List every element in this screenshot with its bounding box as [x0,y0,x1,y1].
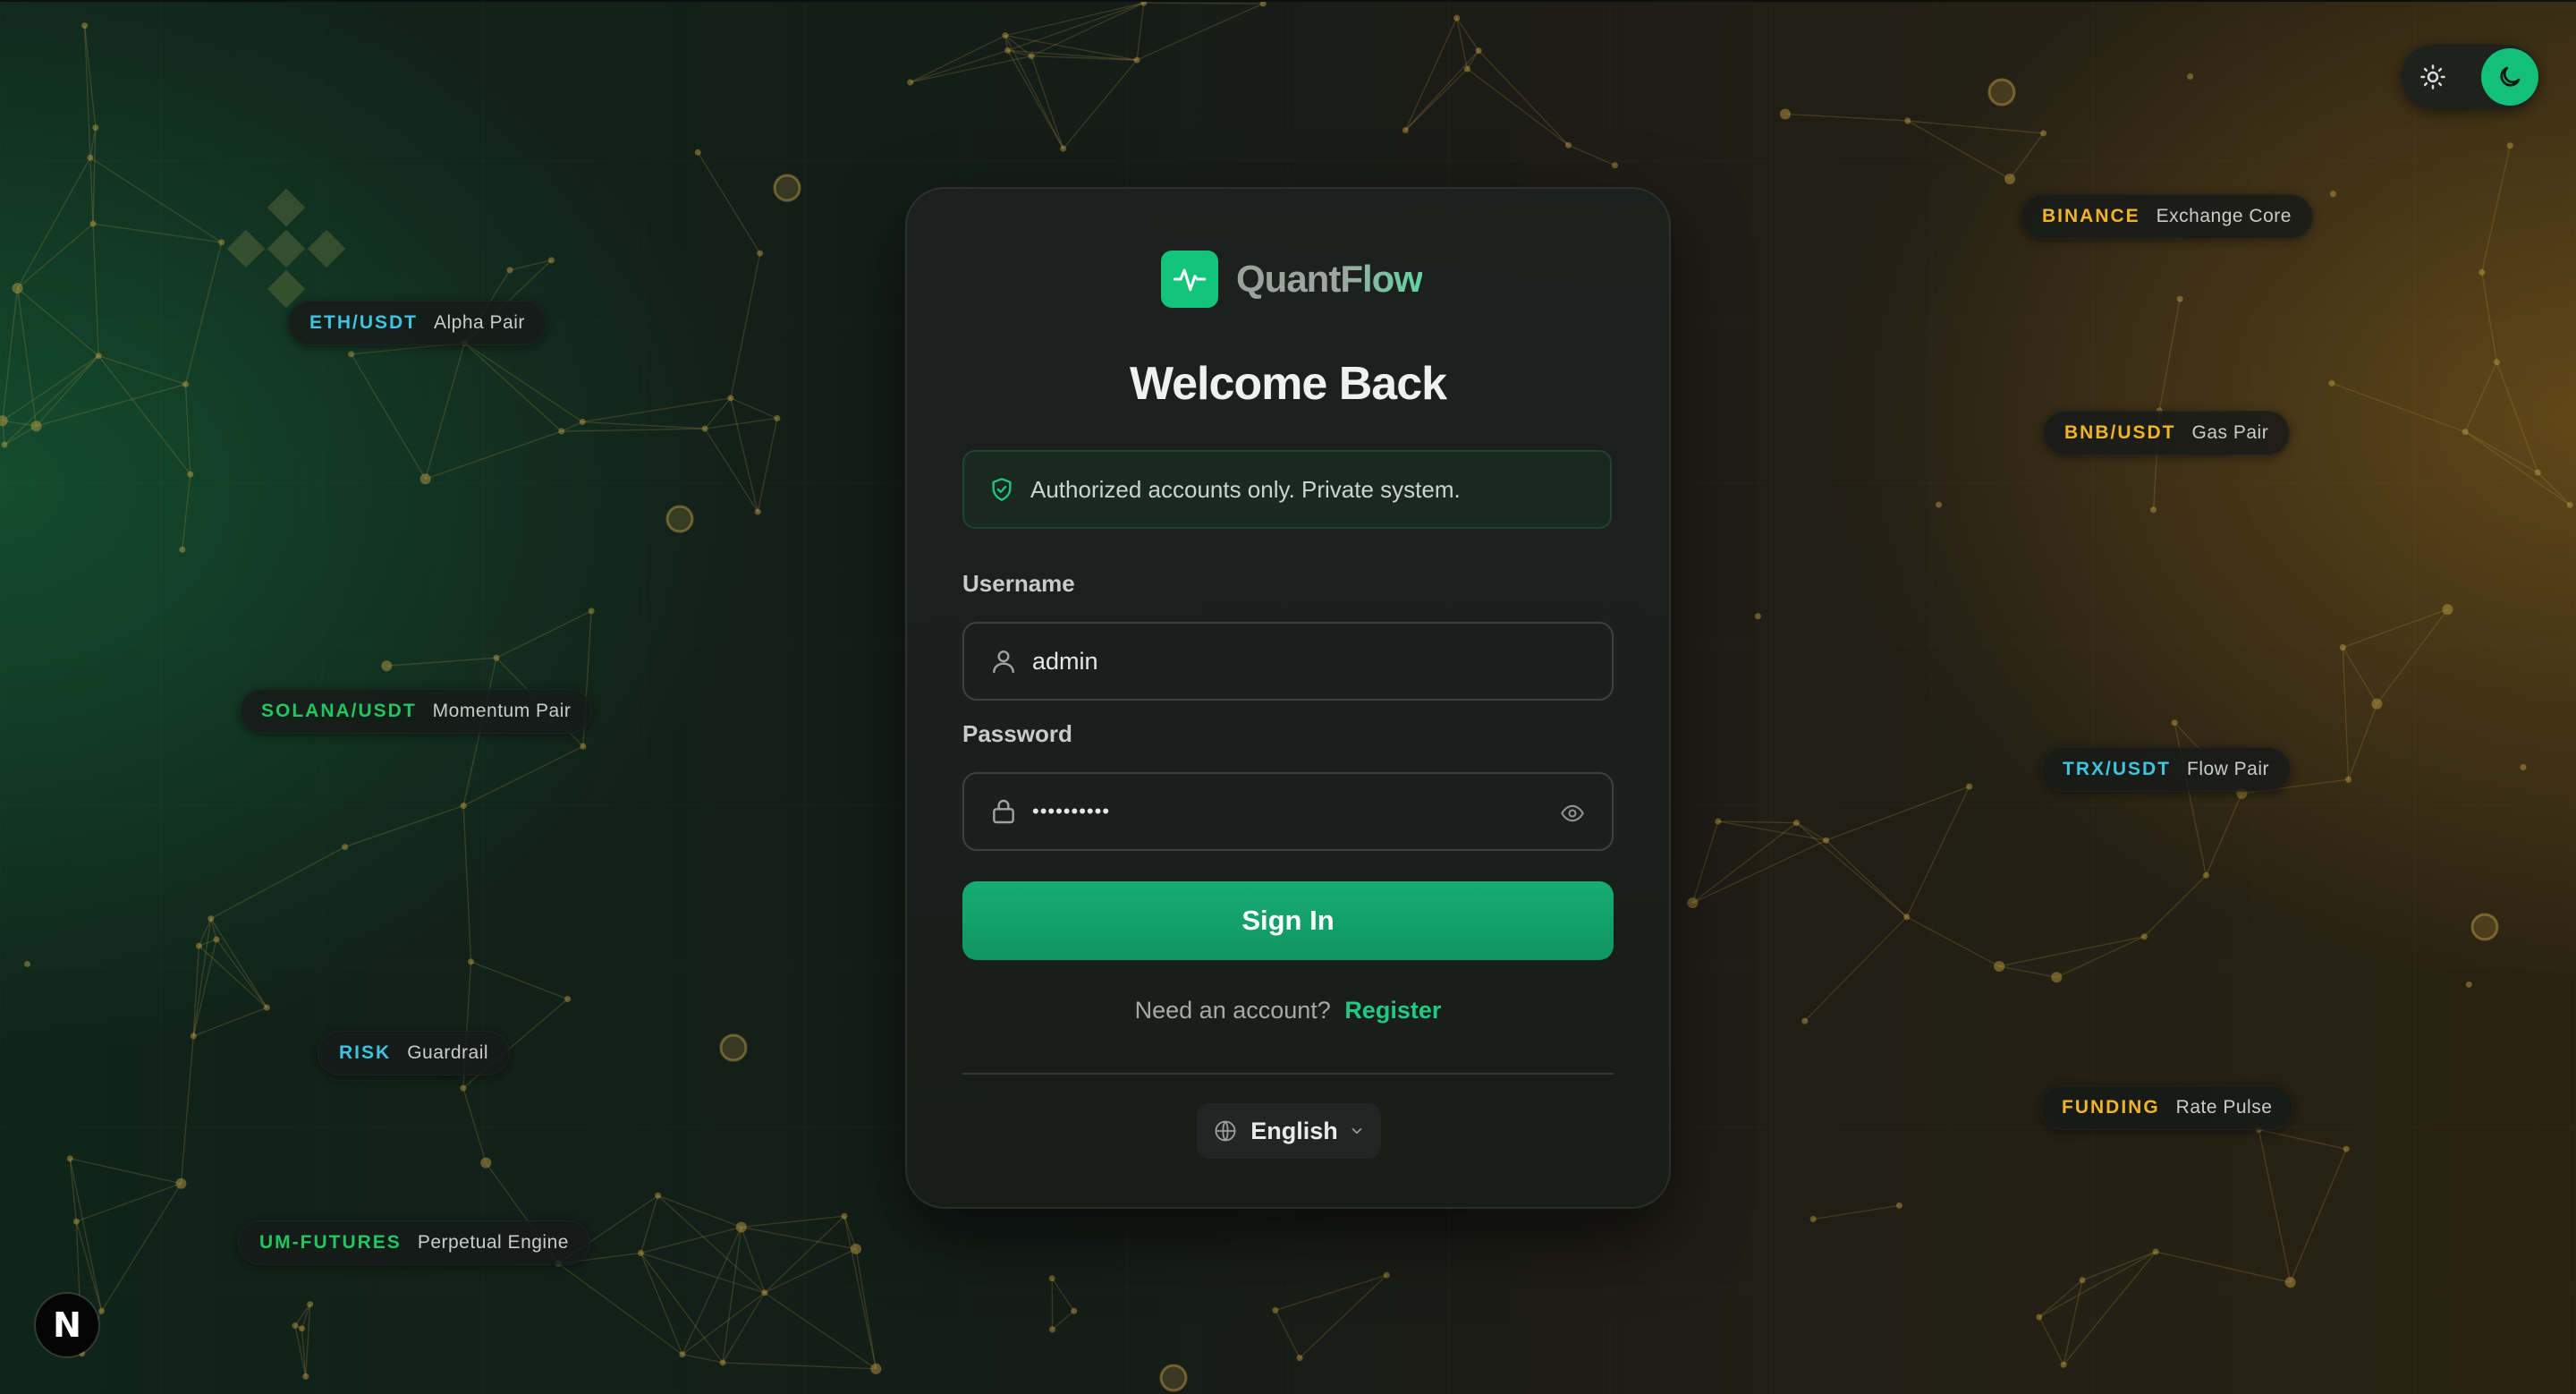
window-top-edge [0,0,2576,2]
tag-symbol: SOLANA/USDT [261,701,417,721]
tag-symbol: BNB/USDT [2064,422,2176,443]
username-label: Username [962,570,1075,597]
tag-description: Gas Pair [2191,422,2269,443]
light-theme-button[interactable] [2404,48,2462,106]
notice-text: Authorized accounts only. Private system… [1030,475,1461,503]
dark-theme-button[interactable] [2481,48,2538,106]
tag-symbol: UM-FUTURES [259,1232,402,1253]
next-devtools-button[interactable]: N [36,1294,98,1356]
tag-trx-usdt: TRX/USDT Flow Pair [2041,747,2292,792]
show-password-button[interactable] [1560,801,1585,830]
sun-icon [2420,64,2445,89]
tag-eth-usdt: ETH/USDT Alpha Pair [288,301,547,345]
tag-risk: RISK Guardrail [318,1031,511,1075]
tag-solana-usdt: SOLANA/USDT Momentum Pair [240,689,593,734]
tag-bnb-usdt: BNB/USDT Gas Pair [2043,411,2291,455]
shield-check-icon [992,478,1012,501]
tag-description: Guardrail [407,1042,489,1063]
tag-symbol: TRX/USDT [2063,759,2171,779]
tag-description: Rate Pulse [2175,1097,2273,1118]
username-value: admin [1032,647,1098,675]
tag-description: Momentum Pair [432,701,572,721]
tag-description: Perpetual Engine [417,1232,569,1253]
moon-icon [2500,66,2521,87]
tag-binance: BINANCE Exchange Core [2021,194,2313,239]
eye-icon [1561,804,1584,822]
tag-funding: FUNDING Rate Pulse [2040,1085,2294,1130]
register-link[interactable]: Register [1344,997,1441,1024]
register-row: Need an account? Register [905,997,1671,1024]
sign-in-button[interactable]: Sign In [962,881,1614,960]
tag-description: Flow Pair [2187,759,2270,779]
user-icon [993,650,1014,674]
pulse-logo-icon [1161,251,1218,308]
password-label: Password [962,720,1072,747]
divider [962,1073,1614,1075]
auth-notice: Authorized accounts only. Private system… [962,450,1612,529]
password-field[interactable]: •••••••••• [962,772,1614,851]
tag-symbol: RISK [339,1042,392,1063]
language-label: English [1250,1117,1338,1144]
tag-um-futures: UM-FUTURES Perpetual Engine [238,1220,590,1265]
username-field[interactable]: admin [962,622,1614,701]
tag-description: Exchange Core [2156,206,2292,226]
lock-icon [993,799,1014,824]
tag-symbol: BINANCE [2042,206,2140,226]
globe-icon [1215,1120,1236,1142]
page-title: Welcome Back [1129,358,1447,410]
tag-description: Alpha Pair [434,312,525,333]
password-value: •••••••••• [1032,800,1111,822]
chevron-down-icon [1352,1127,1362,1135]
tag-symbol: FUNDING [2062,1097,2160,1118]
theme-toggle[interactable] [2401,45,2538,109]
language-selector[interactable]: English [1197,1103,1381,1159]
brand-name: QuantFlow [1236,258,1423,300]
login-card: QuantFlow Welcome Back Authorized accoun… [905,187,1671,1209]
brand: QuantFlow [1161,251,1423,308]
register-prompt: Need an account? [1134,997,1331,1024]
tag-symbol: ETH/USDT [309,312,418,333]
